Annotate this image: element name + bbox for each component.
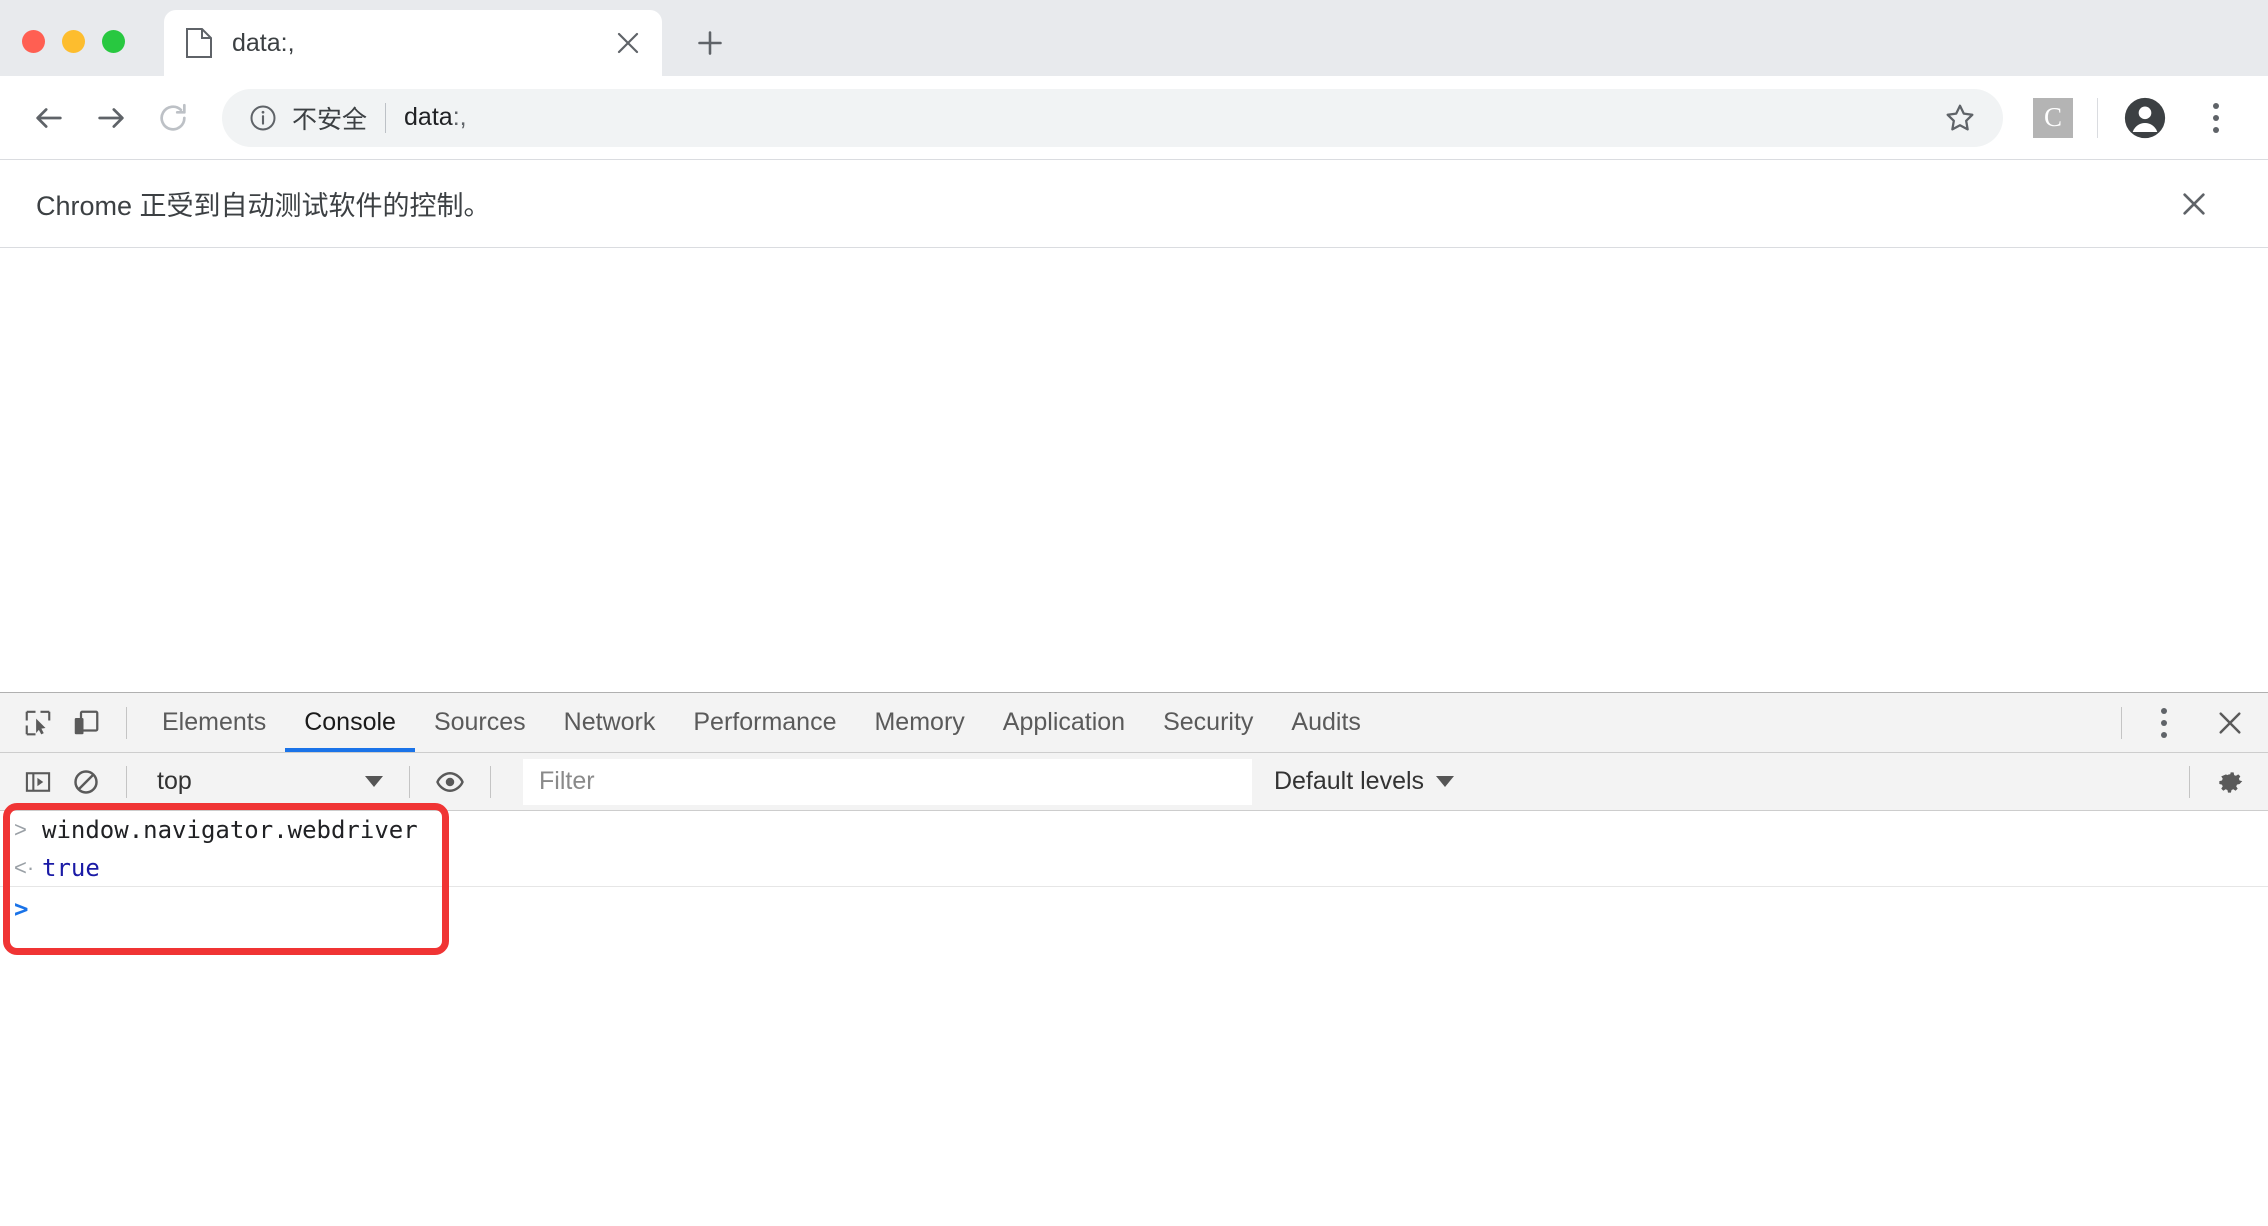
star-icon[interactable] — [1939, 97, 1981, 139]
devtools-tabbar-divider-right — [2121, 706, 2122, 739]
console-output[interactable]: > window.navigator.webdriver <· true > — [0, 803, 2268, 1226]
infobar-close-icon[interactable] — [2172, 182, 2216, 226]
address-bar-url: data:, — [404, 103, 1939, 132]
url-suffix: :, — [452, 103, 467, 131]
console-toolbar-divider-4 — [2189, 765, 2191, 798]
console-log-levels-select[interactable]: Default levels — [1252, 767, 1476, 796]
window-controls — [22, 30, 125, 53]
url-main: data — [404, 103, 453, 131]
console-prompt-row[interactable]: > — [0, 887, 2268, 931]
console-result-marker: <· — [14, 854, 35, 880]
console-prompt-marker: > — [14, 895, 29, 923]
tab-memory[interactable]: Memory — [855, 693, 983, 752]
console-toolbar-divider-2 — [409, 765, 410, 798]
omnibox-divider — [385, 102, 387, 133]
tab-application[interactable]: Application — [984, 693, 1144, 752]
address-bar[interactable]: 不安全 data:, — [222, 88, 2003, 147]
tab-audits[interactable]: Audits — [1272, 693, 1379, 752]
console-input-marker: > — [14, 817, 27, 842]
tab-title: data:, — [232, 28, 295, 57]
console-toolbar-divider-1 — [126, 765, 127, 798]
chevron-down-icon-levels — [1436, 776, 1455, 787]
chevron-down-icon — [365, 776, 383, 787]
inspect-element-icon[interactable] — [14, 699, 62, 747]
console-result-text: true — [42, 853, 100, 882]
browser-toolbar: 不安全 data:, C — [0, 76, 2268, 160]
live-expression-eye-icon[interactable] — [426, 758, 474, 806]
window-maximize-button[interactable] — [102, 30, 125, 53]
arrow-left-icon[interactable] — [18, 87, 80, 149]
arrow-right-icon[interactable] — [80, 87, 142, 149]
info-circle-icon[interactable] — [248, 103, 278, 133]
new-tab-button[interactable] — [682, 15, 738, 71]
tab-network[interactable]: Network — [545, 693, 675, 752]
tab-close-icon[interactable] — [608, 23, 648, 63]
security-label: 不安全 — [292, 105, 368, 134]
page-viewport — [0, 248, 2268, 692]
automation-infobar: Chrome 正受到自动测试软件的控制。 — [0, 160, 2268, 248]
clear-console-icon[interactable] — [62, 758, 110, 806]
device-toolbar-icon[interactable] — [62, 699, 110, 747]
browser-tab[interactable]: data:, — [164, 10, 662, 76]
tab-console[interactable]: Console — [285, 693, 415, 752]
console-input-row: > window.navigator.webdriver — [0, 811, 2268, 849]
gear-icon[interactable] — [2206, 758, 2254, 806]
tab-elements[interactable]: Elements — [143, 693, 285, 752]
window-close-button[interactable] — [22, 30, 45, 53]
console-context-select[interactable]: top — [143, 762, 393, 802]
console-toolbar-divider-3 — [490, 765, 491, 798]
tab-sources[interactable]: Sources — [415, 693, 545, 752]
console-result-row: <· true — [0, 849, 2268, 887]
devtools-tabbar-divider — [126, 706, 127, 739]
reload-icon[interactable] — [142, 87, 204, 149]
page-icon — [186, 28, 212, 58]
console-input-text: window.navigator.webdriver — [42, 816, 418, 844]
automation-message: Chrome 正受到自动测试软件的控制。 — [36, 191, 491, 221]
devtools-close-icon[interactable] — [2206, 699, 2254, 747]
console-toolbar: top Default levels — [0, 753, 2268, 811]
console-filter-input[interactable] — [523, 758, 1252, 805]
devtools-panel: Elements Console Sources Network Perform… — [0, 692, 2268, 1226]
devtools-more-menu-icon[interactable] — [2138, 697, 2190, 749]
account-circle-icon[interactable] — [2122, 95, 2168, 141]
window-minimize-button[interactable] — [62, 30, 85, 53]
browser-tabstrip: data:, — [0, 0, 2268, 76]
extension-icon[interactable]: C — [2033, 97, 2073, 138]
tab-security[interactable]: Security — [1144, 693, 1272, 752]
console-context-label: top — [157, 767, 192, 795]
tab-performance[interactable]: Performance — [674, 693, 855, 752]
devtools-tabbar: Elements Console Sources Network Perform… — [0, 693, 2268, 753]
console-sidebar-icon[interactable] — [14, 758, 62, 806]
kebab-menu-icon[interactable] — [2190, 92, 2242, 144]
toolbar-divider — [2097, 97, 2098, 138]
console-log-levels-label: Default levels — [1273, 767, 1425, 795]
